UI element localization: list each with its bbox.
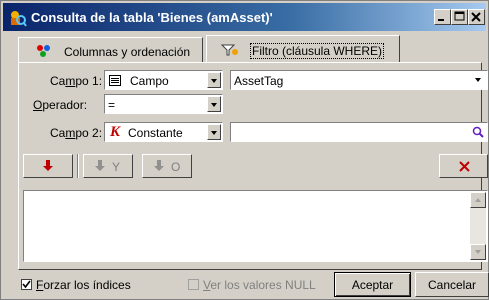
where-clause-textarea[interactable] (23, 190, 488, 262)
campo1-type-select[interactable]: Campo (104, 70, 223, 90)
tab-filter-where[interactable]: Filtro (cláusula WHERE) (206, 35, 400, 63)
campo2-label: Campo 2: (50, 126, 103, 140)
search-icon[interactable] (472, 126, 484, 141)
columns-icon (36, 44, 54, 58)
filter-icon (220, 43, 239, 57)
scroll-up-button[interactable] (470, 192, 486, 208)
campo1-label: Campo 1: (50, 74, 103, 88)
operator-label: Operador: (33, 98, 88, 112)
force-indexes-label: Forzar los índices (36, 278, 131, 292)
delete-icon (459, 161, 470, 175)
chevron-down-icon (475, 250, 481, 254)
close-button[interactable] (468, 9, 485, 25)
maximize-button[interactable] (451, 9, 468, 25)
operator-select[interactable]: = (104, 94, 223, 114)
accept-label: Aceptar (351, 278, 394, 292)
operator-value: = (108, 98, 116, 112)
campo1-type-value: Campo (130, 74, 169, 88)
and-button[interactable]: Y (83, 154, 133, 178)
and-label: Y (112, 160, 121, 174)
minimize-button[interactable] (434, 9, 451, 25)
window-title: Consulta de la tabla 'Bienes (amAsset)' (31, 10, 273, 25)
campo1-field-value: AssetTag (234, 74, 284, 88)
scroll-down-button[interactable] (470, 244, 486, 260)
minimize-icon (438, 19, 444, 21)
delete-condition-button[interactable] (439, 154, 488, 178)
field-list-icon (109, 75, 121, 89)
chevron-down-icon[interactable] (207, 72, 221, 88)
checkmark-icon (22, 280, 31, 289)
cancel-label: Cancelar (427, 278, 477, 292)
campo1-field-select[interactable]: AssetTag (230, 70, 488, 90)
arrow-down-red-icon (42, 160, 54, 175)
tab-filter-label: Filtro (cláusula WHERE) (249, 43, 385, 59)
title-bar[interactable]: Consulta de la tabla 'Bienes (amAsset)' (3, 3, 486, 31)
tab-columns-label: Columnas y ordenación (64, 45, 191, 59)
app-icon (9, 9, 27, 27)
chevron-down-icon[interactable] (472, 72, 486, 88)
toolbar-separator (77, 154, 79, 178)
chevron-up-icon (475, 198, 481, 202)
chevron-down-icon[interactable] (207, 124, 221, 140)
campo2-type-value: Constante (128, 126, 183, 140)
campo2-type-select[interactable]: K Constante (104, 122, 223, 142)
show-null-checkbox[interactable] (188, 279, 199, 290)
or-button[interactable]: O (142, 154, 192, 178)
accept-button[interactable]: Aceptar (334, 272, 411, 297)
constant-icon: K (110, 124, 121, 140)
close-icon (471, 12, 481, 22)
arrow-down-gray-icon (94, 160, 106, 175)
insert-condition-button[interactable] (23, 154, 73, 178)
show-null-label: Ver los valores NULL (203, 278, 316, 292)
vertical-scrollbar[interactable] (470, 192, 486, 260)
force-indexes-checkbox[interactable] (21, 279, 32, 290)
tab-columns-order[interactable]: Columnas y ordenación (18, 37, 203, 63)
maximize-icon (454, 11, 465, 21)
query-window: Consulta de la tabla 'Bienes (amAsset)' … (0, 0, 489, 300)
chevron-down-icon[interactable] (207, 96, 221, 112)
cancel-button[interactable]: Cancelar (415, 272, 489, 297)
arrow-down-gray-icon (153, 160, 165, 175)
or-label: O (171, 160, 181, 174)
campo2-value-input[interactable] (230, 122, 488, 142)
